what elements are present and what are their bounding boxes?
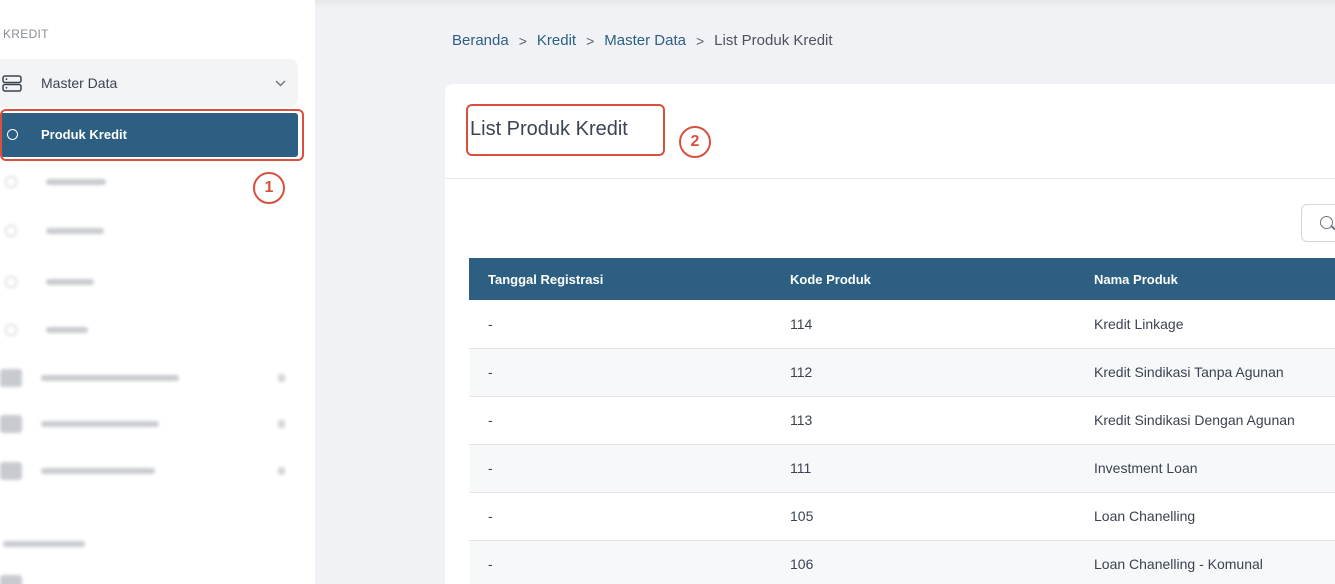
column-header-tanggal-registrasi[interactable]: Tanggal Registrasi [469, 258, 771, 300]
callout-badge-2: 2 [679, 126, 711, 158]
breadcrumb-separator: > [695, 32, 705, 49]
sidebar-item-blurred[interactable] [0, 368, 298, 388]
table-row[interactable]: - 112 Kredit Sindikasi Tanpa Agunan [469, 348, 1335, 397]
server-icon [2, 75, 22, 92]
callout-highlight-1 [0, 109, 304, 161]
sidebar-item-blurred[interactable] [5, 221, 115, 241]
topbar [315, 0, 1335, 8]
cell-nama-produk: Loan Chanelling - Komunal [1075, 540, 1335, 584]
table-row[interactable]: - 114 Kredit Linkage [469, 300, 1335, 349]
search-input[interactable] [1301, 204, 1335, 242]
cell-kode-produk: 113 [771, 396, 1075, 445]
cell-nama-produk: Kredit Sindikasi Tanpa Agunan [1075, 348, 1335, 397]
cell-kode-produk: 106 [771, 540, 1075, 584]
sidebar-item-label: Master Data [41, 75, 118, 91]
menu-icon [0, 369, 22, 387]
circle-icon [5, 276, 17, 288]
cell-tanggal-registrasi: - [469, 348, 771, 397]
table-row[interactable]: - 105 Loan Chanelling [469, 492, 1335, 541]
sidebar-section-blurred [3, 534, 103, 554]
sidebar-item-blurred[interactable] [0, 414, 298, 434]
table-row[interactable]: - 113 Kredit Sindikasi Dengan Agunan [469, 396, 1335, 445]
cell-kode-produk: 112 [771, 348, 1075, 397]
cell-nama-produk: Kredit Linkage [1075, 300, 1335, 349]
breadcrumb: Beranda > Kredit > Master Data > List Pr… [452, 32, 833, 49]
table-row[interactable]: - 106 Loan Chanelling - Komunal [469, 540, 1335, 584]
column-header-nama-produk[interactable]: Nama Produk [1075, 258, 1335, 300]
cell-kode-produk: 105 [771, 492, 1075, 541]
menu-icon [0, 575, 22, 584]
content-card: List Produk Kredit 2 Tanggal Registrasi … [445, 84, 1335, 584]
breadcrumb-link-master-data[interactable]: Master Data [604, 32, 686, 49]
sidebar-item-blurred[interactable] [0, 461, 298, 481]
breadcrumb-link-kredit[interactable]: Kredit [537, 32, 576, 49]
cell-tanggal-registrasi: - [469, 492, 771, 541]
table-row[interactable]: - 111 Investment Loan [469, 444, 1335, 493]
produk-kredit-table: Tanggal Registrasi Kode Produk Nama Prod… [469, 258, 1335, 584]
sidebar: KREDIT Master Data Produk Kredit 1 [0, 0, 315, 584]
breadcrumb-separator: > [518, 32, 527, 49]
cell-kode-produk: 111 [771, 444, 1075, 493]
cell-nama-produk: Investment Loan [1075, 444, 1335, 493]
column-header-kode-produk[interactable]: Kode Produk [771, 258, 1075, 300]
breadcrumb-current: List Produk Kredit [714, 32, 833, 49]
callout-highlight-2 [466, 104, 665, 156]
cell-tanggal-registrasi: - [469, 444, 771, 493]
breadcrumb-link-beranda[interactable]: Beranda [452, 32, 509, 49]
sidebar-item-blurred[interactable] [5, 272, 105, 292]
search-icon [1320, 216, 1333, 229]
menu-icon [0, 462, 22, 480]
sidebar-section-label: KREDIT [3, 27, 49, 41]
chevron-down-icon [275, 76, 286, 90]
cell-tanggal-registrasi: - [469, 300, 771, 349]
sidebar-item-blurred[interactable] [5, 172, 106, 192]
cell-nama-produk: Loan Chanelling [1075, 492, 1335, 541]
circle-icon [5, 225, 17, 237]
cell-tanggal-registrasi: - [469, 396, 771, 445]
table-header-row: Tanggal Registrasi Kode Produk Nama Prod… [469, 258, 1335, 300]
circle-icon [5, 324, 17, 336]
sidebar-item-blurred[interactable] [0, 574, 40, 584]
circle-icon [5, 176, 17, 188]
cell-kode-produk: 114 [771, 300, 1075, 349]
cell-nama-produk: Kredit Sindikasi Dengan Agunan [1075, 396, 1335, 445]
sidebar-item-master-data[interactable]: Master Data [0, 59, 298, 107]
sidebar-item-blurred[interactable] [5, 320, 105, 340]
menu-icon [0, 415, 22, 433]
callout-badge-1: 1 [253, 172, 285, 204]
card-header: List Produk Kredit 2 [445, 84, 1335, 179]
cell-tanggal-registrasi: - [469, 540, 771, 584]
breadcrumb-separator: > [586, 32, 595, 49]
